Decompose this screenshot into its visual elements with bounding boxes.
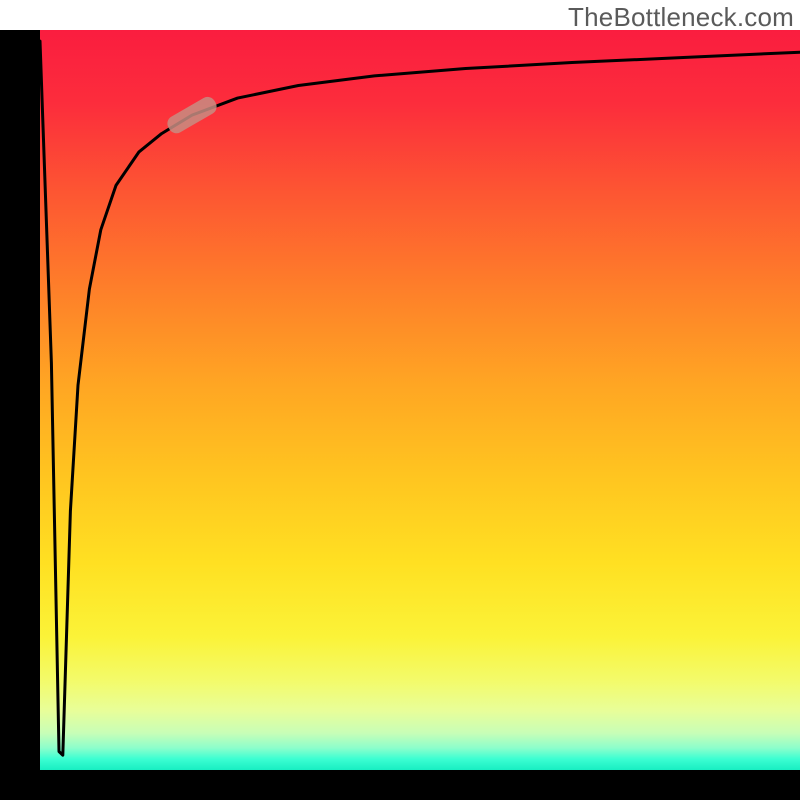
highlight-segment-marker [164,94,219,136]
bottleneck-curve-path [40,41,800,755]
curve-layer-svg [40,30,800,770]
x-axis-band [0,770,800,800]
y-axis-band [0,30,40,800]
bottleneck-figure: TheBottleneck.com [0,0,800,800]
watermark-text: TheBottleneck.com [568,2,794,33]
